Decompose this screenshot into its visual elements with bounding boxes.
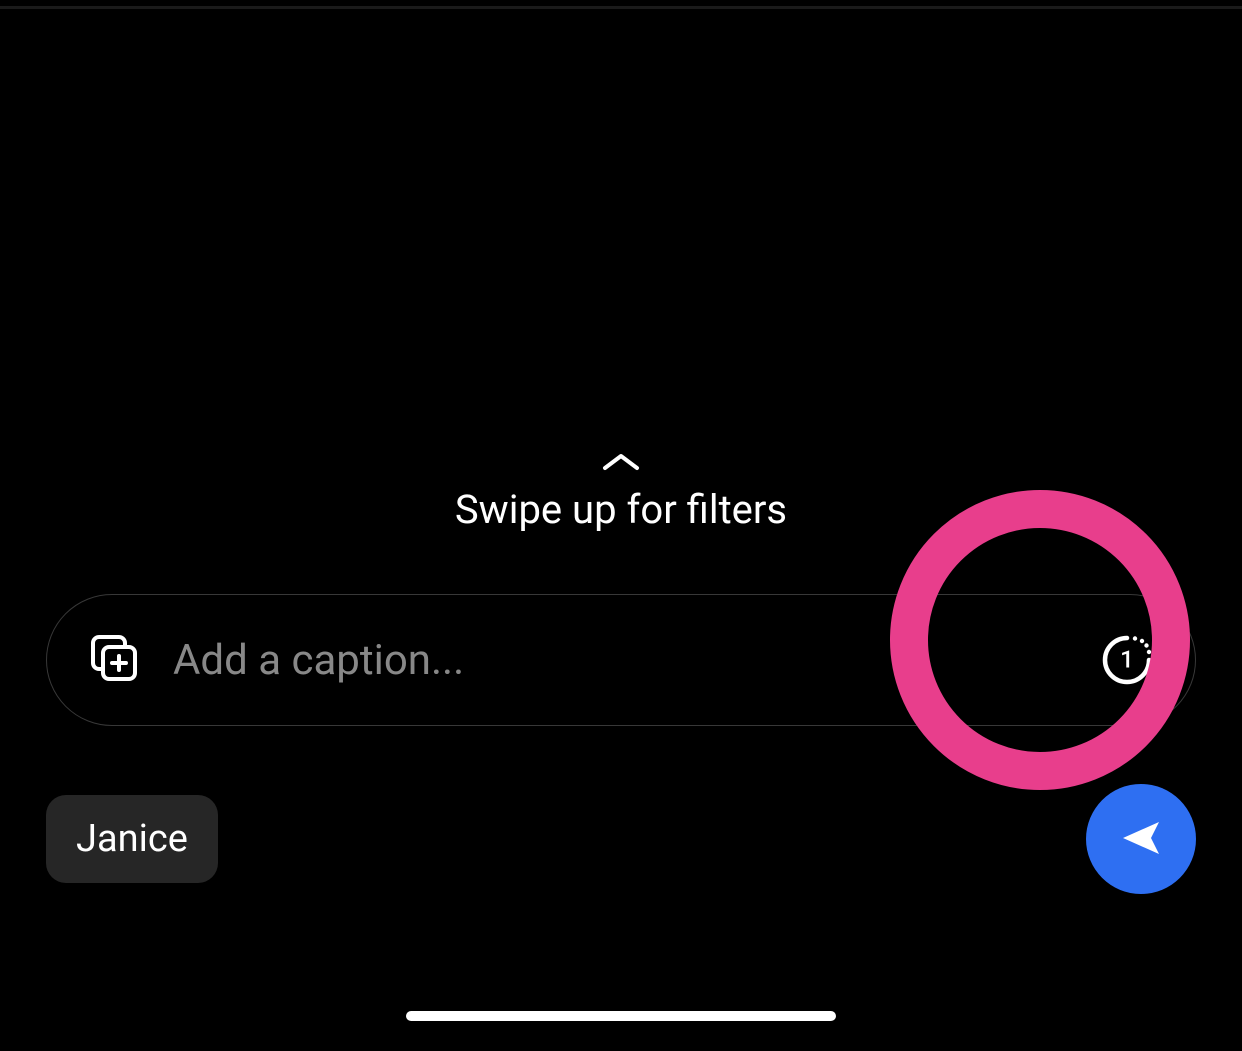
view-once-count: 1	[1120, 645, 1134, 673]
caption-bar: 1	[46, 594, 1196, 726]
recipient-name: Janice	[76, 817, 188, 861]
send-icon	[1115, 812, 1167, 867]
home-indicator	[406, 1011, 836, 1021]
add-media-icon[interactable]	[87, 631, 141, 689]
filters-hint-label: Swipe up for filters	[455, 486, 787, 533]
view-once-icon[interactable]: 1	[1099, 632, 1155, 688]
bottom-row: Janice	[46, 784, 1196, 894]
filters-hint[interactable]: Swipe up for filters	[0, 450, 1242, 533]
top-divider	[0, 6, 1242, 9]
chevron-up-icon	[601, 450, 641, 478]
recipient-chip[interactable]: Janice	[46, 795, 218, 883]
send-button[interactable]	[1086, 784, 1196, 894]
caption-input[interactable]	[173, 636, 1099, 685]
